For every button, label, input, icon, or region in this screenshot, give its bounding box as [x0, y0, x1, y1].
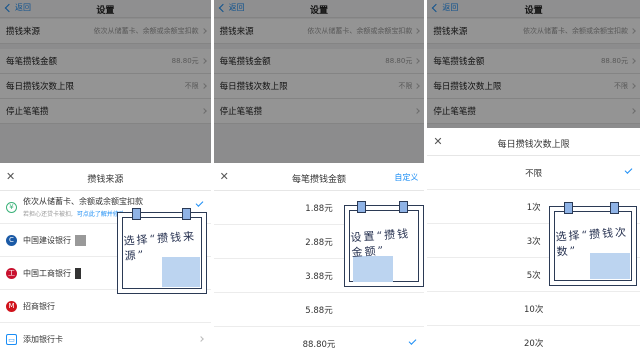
screen-daily-limit: 返回 设置 攒钱来源 依次从储蓄卡、余额或余额宝扣款 每笔攒钱金额 88.80元 每… [427, 0, 640, 363]
sticky-note: 选择“攒钱来源” [117, 208, 207, 294]
limit-option[interactable]: 10次 [427, 292, 640, 326]
source-option-cmb[interactable]: M 招商银行 [0, 290, 211, 323]
limit-option-selected[interactable]: 不限 [427, 156, 640, 190]
check-icon [408, 337, 417, 345]
check-icon [195, 199, 204, 207]
amount-option[interactable]: 5.88元 [213, 293, 425, 327]
note-text: 选择“攒钱次数” [555, 225, 629, 259]
custom-button[interactable]: 自定义 [394, 172, 418, 183]
add-card-icon: ▭ [6, 334, 17, 345]
note-text: 设置“攒钱金额” [349, 227, 411, 260]
ccb-icon: C [6, 234, 17, 246]
sticky-note: 设置“攒钱金额” [343, 201, 424, 287]
sheet-title: 攒钱来源 [87, 175, 124, 185]
add-card-button[interactable]: ▭ 添加银行卡 [0, 323, 211, 356]
icbc-icon: 工 [6, 267, 17, 279]
sheet-title: 每笔攒钱金额 [292, 175, 347, 185]
masked-card-number [75, 234, 86, 246]
masked-card-number [75, 267, 81, 279]
screen-source: 返回 设置 攒钱来源 依次从储蓄卡、余额或余额宝扣款 每笔攒钱金额 88.80元 每… [0, 0, 211, 363]
sticky-note: 选择“攒钱次数” [549, 202, 638, 286]
limit-option[interactable]: 20次 [427, 326, 640, 360]
chevron-right-icon [197, 336, 204, 342]
check-icon [624, 166, 633, 174]
yuan-icon: ¥ [6, 201, 17, 213]
screen-amount: 返回 设置 攒钱来源 依次从储蓄卡、余额或余额宝扣款 每笔攒钱金额 88.80元 每… [213, 0, 425, 363]
sheet-title: 每日攒钱次数上限 [497, 140, 570, 150]
cmb-icon: M [6, 300, 17, 312]
amount-option-selected[interactable]: 88.80元 [214, 327, 425, 361]
note-text: 选择“攒钱来源” [123, 229, 197, 263]
